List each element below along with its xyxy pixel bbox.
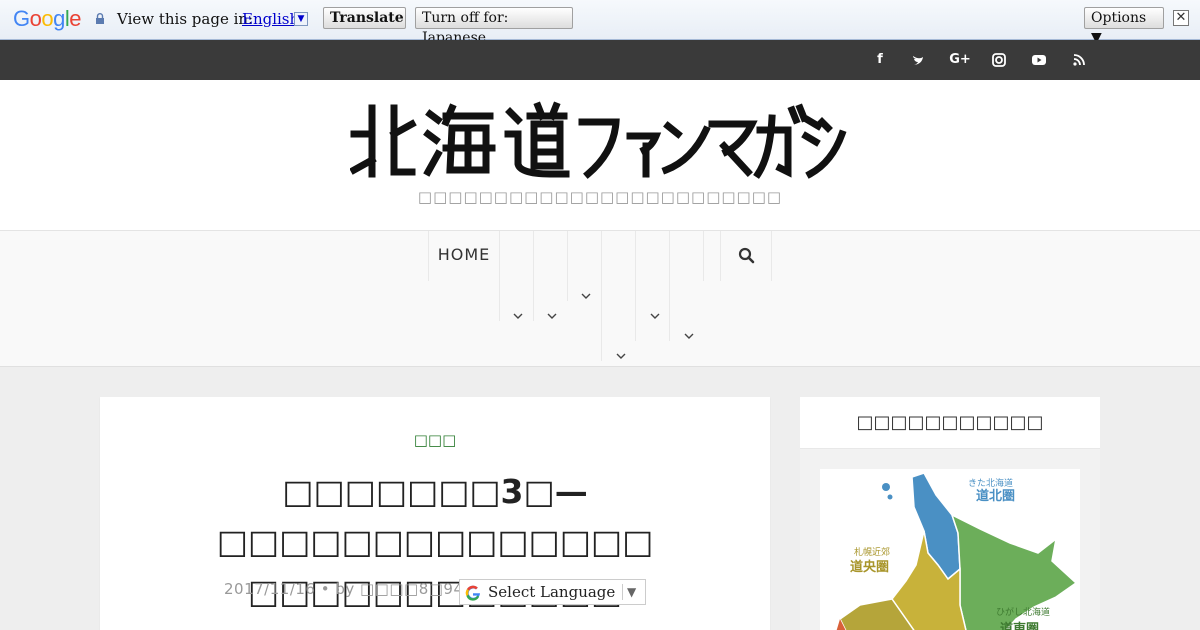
map-label-north-small: きた北海道 [968, 477, 1013, 489]
chevron-down-icon [547, 313, 557, 319]
sidebar-heading: □□□□□□□□□□□ [800, 397, 1100, 449]
chevron-down-icon [581, 293, 591, 299]
chevron-down-icon [616, 353, 626, 359]
youtube-icon[interactable] [1029, 50, 1049, 70]
options-button[interactable]: Options ▼ [1084, 7, 1164, 46]
language-dropdown-icon[interactable]: ▼ [294, 12, 308, 26]
nav-search-button[interactable] [720, 231, 772, 281]
site-tagline: □□□□□□□□□□□□□□□□□□□□□□□□ [417, 188, 783, 206]
map-label-north: 道北圏 [976, 488, 1015, 504]
google-g-icon [465, 585, 480, 601]
turn-off-button[interactable]: Turn off for: Japanese [415, 7, 573, 46]
main-nav: HOME [0, 230, 1200, 367]
chevron-down-icon [650, 313, 660, 319]
chevron-down-icon [513, 313, 523, 319]
nav-item-3[interactable] [567, 231, 601, 301]
nav-item-1[interactable] [499, 231, 533, 321]
googleplus-icon[interactable]: G+ [949, 50, 971, 70]
social-bar: f G+ [0, 40, 1200, 80]
map-label-east-small: ひがし北海道 [996, 606, 1050, 618]
hokkaido-region-map[interactable]: きた北海道 道北圏 札幌近郊 道央圏 ひがし北海道 道東圏 [820, 469, 1080, 630]
map-label-central-small: 札幌近郊 [854, 546, 890, 558]
nav-home[interactable]: HOME [428, 231, 499, 281]
map-label-central: 道央圏 [850, 559, 889, 575]
twitter-icon[interactable] [909, 50, 929, 70]
rss-icon[interactable] [1069, 50, 1089, 70]
chevron-down-icon [684, 333, 694, 339]
article-category[interactable]: □□□ [100, 431, 770, 449]
instagram-icon[interactable] [989, 50, 1009, 70]
facebook-icon[interactable]: f [870, 50, 890, 70]
lock-icon [96, 13, 104, 24]
site-logo[interactable] [350, 100, 850, 184]
dropdown-arrow-icon: ▼ [627, 585, 637, 599]
language-link[interactable]: English [242, 10, 299, 28]
nav-item-6[interactable] [669, 231, 703, 341]
search-icon [738, 247, 755, 264]
map-label-east: 道東圏 [1000, 621, 1039, 630]
nav-item-2[interactable] [533, 231, 567, 321]
translate-button[interactable]: Translate [323, 7, 406, 29]
select-separator [622, 584, 623, 600]
nav-item-4[interactable] [601, 231, 635, 361]
article-title-line-1: □□□□□□□3□—□□□□□□□□□□□□□□ [216, 472, 654, 561]
sidebar-widget: きた北海道 道北圏 札幌近郊 道央圏 ひがし北海道 道東圏 [800, 449, 1100, 630]
view-page-label: View this page in: [117, 10, 254, 28]
article-card: □□□ □□□□□□□3□—□□□□□□□□□□□□□□ □□□□□□□□□□□… [100, 397, 770, 630]
nav-item-7[interactable] [703, 231, 720, 281]
close-icon[interactable]: ✕ [1173, 10, 1189, 26]
select-language-dropdown[interactable]: Select Language ▼ [459, 579, 646, 605]
nav-item-5[interactable] [635, 231, 669, 341]
select-language-label: Select Language [488, 583, 616, 601]
translate-bar: Google View this page in: English ▼ Tran… [0, 0, 1200, 46]
hokkaido-map-graphic: きた北海道 道北圏 札幌近郊 道央圏 ひがし北海道 道東圏 [836, 472, 1078, 630]
google-logo: Google [13, 6, 82, 31]
site-header: □□□□□□□□□□□□□□□□□□□□□□□□ [0, 80, 1200, 230]
